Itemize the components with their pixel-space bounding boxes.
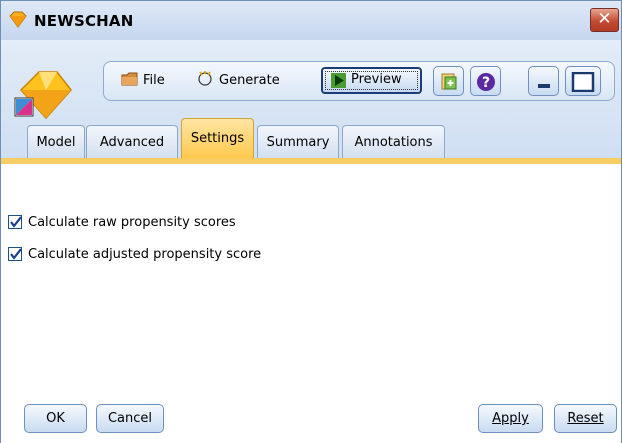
check-icon: [10, 248, 22, 260]
sparkle-icon: [198, 71, 212, 86]
button-bar: OK Cancel Apply Reset: [1, 396, 621, 443]
apply-label: Apply: [492, 411, 529, 426]
reset-label: Reset: [567, 411, 604, 426]
toolbar: File Generate Preview ?: [103, 61, 615, 101]
raw-propensity-checkbox[interactable]: [8, 215, 22, 229]
raw-propensity-label: Calculate raw propensity scores: [28, 215, 236, 230]
tab-model[interactable]: Model: [27, 125, 85, 158]
generate-menu[interactable]: Generate: [197, 70, 280, 92]
check-icon: [10, 216, 22, 228]
header-area: File Generate Preview ? Model Advanced S…: [1, 40, 621, 158]
close-button[interactable]: ✕: [590, 8, 619, 32]
tab-annotations[interactable]: Annotations: [342, 125, 445, 158]
tab-summary[interactable]: Summary: [257, 125, 339, 158]
generate-menu-label: Generate: [219, 73, 280, 88]
window-title: NEWSCHAN: [34, 12, 134, 30]
svg-text:?: ?: [482, 75, 490, 91]
adjusted-propensity-option[interactable]: Calculate adjusted propensity score: [8, 246, 261, 264]
ok-button[interactable]: OK: [24, 404, 87, 433]
preview-label: Preview: [351, 72, 402, 87]
settings-panel: Calculate raw propensity scores Calculat…: [1, 164, 621, 396]
file-menu-label: File: [143, 73, 165, 88]
cancel-button[interactable]: Cancel: [96, 404, 164, 433]
add-to-stream-icon: [441, 73, 457, 90]
minimize-button[interactable]: [528, 66, 559, 96]
folder-icon: [121, 72, 138, 86]
tab-advanced[interactable]: Advanced: [86, 125, 178, 158]
add-to-stream-button[interactable]: [433, 66, 464, 96]
file-menu[interactable]: File: [121, 70, 165, 92]
dialog-window: NEWSCHAN ✕ File Generate Preview ? Model…: [0, 0, 622, 443]
tab-settings[interactable]: Settings: [181, 118, 254, 158]
apply-button[interactable]: Apply: [478, 404, 543, 433]
raw-propensity-option[interactable]: Calculate raw propensity scores: [8, 214, 236, 232]
help-icon: ?: [477, 73, 495, 91]
adjusted-propensity-label: Calculate adjusted propensity score: [28, 247, 262, 262]
maximize-button[interactable]: [565, 66, 601, 96]
maximize-icon: [571, 72, 595, 92]
gem-icon: [9, 11, 27, 28]
help-button[interactable]: ?: [470, 66, 501, 96]
adjusted-propensity-checkbox[interactable]: [8, 247, 22, 261]
play-icon: [331, 73, 346, 88]
reset-button[interactable]: Reset: [554, 404, 617, 433]
model-nugget-icon: [14, 71, 72, 120]
title-bar[interactable]: NEWSCHAN ✕: [1, 1, 621, 40]
preview-button[interactable]: Preview: [321, 67, 422, 94]
minimize-icon: [538, 84, 550, 88]
